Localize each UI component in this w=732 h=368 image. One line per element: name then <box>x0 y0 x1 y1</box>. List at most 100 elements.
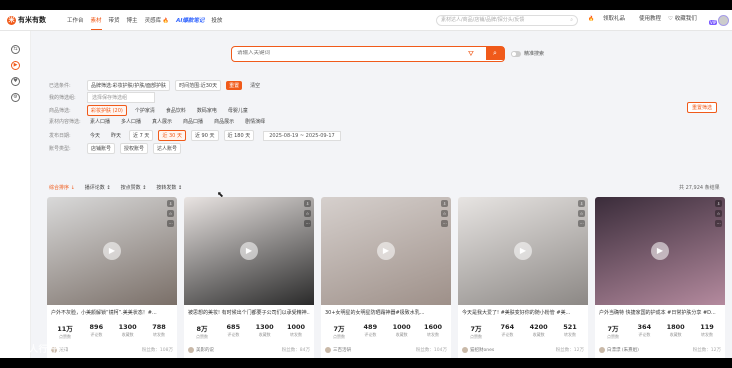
chip-beauty[interactable]: 彩妆护肤 (20) <box>87 105 127 116</box>
nav-ecommerce[interactable]: 带货 <box>109 16 120 24</box>
video-icon[interactable]: ▶ <box>11 61 20 70</box>
search-button[interactable]: ⌕ <box>486 47 504 60</box>
download-icon[interactable]: ⇩ <box>578 200 585 207</box>
card-title[interactable]: 户外当确特 快捷家国的护成本 #日常护肤分享 #D... <box>599 309 721 316</box>
stat-label: 点赞数 <box>607 334 619 339</box>
fav-icon[interactable]: ☆ <box>304 210 311 217</box>
more-icon[interactable]: ⋯ <box>304 220 311 227</box>
more-icon[interactable]: ⋯ <box>441 220 448 227</box>
download-icon[interactable]: ⇩ <box>715 200 722 207</box>
sort-default[interactable]: 综合排序 ↓ <box>49 184 75 191</box>
exact-search-toggle[interactable]: 精准搜索 <box>511 50 544 57</box>
play-icon[interactable]: ▶ <box>514 242 532 260</box>
card-author[interactable]: 白漂漂 (朱熹姐) 粉丝数：12万 <box>599 347 721 353</box>
top-search-input[interactable]: 素材达人/商品/店铺/品牌/探分头/反馈 ⌕ <box>436 15 578 26</box>
video-card[interactable]: ▶ ⇩ ☆ ⋯ 户外当确特 快捷家国的护成本 #日常护肤分享 #D... 7万 点赞数… <box>595 197 725 358</box>
fav-link[interactable]: ♡ 收藏我们 <box>668 14 704 22</box>
share-icon[interactable]: ⇆ <box>11 45 20 54</box>
stat-value: 1000 <box>286 323 306 331</box>
chip-store-account[interactable]: 店铺账号 <box>87 143 116 154</box>
avatar[interactable] <box>718 15 729 26</box>
download-icon[interactable]: ⇩ <box>441 200 448 207</box>
chip-authorized-account[interactable]: 授权账号 <box>120 143 149 154</box>
nav-inspiration[interactable]: 灵感库 🔥 <box>145 16 170 24</box>
sort-shares[interactable]: 按转发数 ↕ <box>156 184 182 191</box>
download-icon[interactable]: ⇩ <box>167 200 174 207</box>
chip-90days[interactable]: 近 90 天 <box>190 130 219 141</box>
video-card[interactable]: ▶ ⇩ ☆ ⋯ 户外不灰脸，小美颜解锁“镜柯”.美美状态！#... 11万 点赞数 8… <box>47 197 177 358</box>
download-icon[interactable]: ⇩ <box>304 200 311 207</box>
video-card[interactable]: ▶ ⇩ ☆ ⋯ 被思想的美妆! 有时候出个门都要子公司们以承受精神... 8万 点赞数… <box>184 197 314 358</box>
search-icon[interactable]: ⌕ <box>570 16 573 25</box>
nav-workbench[interactable]: 工作台 <box>67 16 84 24</box>
stat-label: 评论数 <box>638 332 651 337</box>
card-title[interactable]: 30+女明星的女明星防晒霜神器#极致水乳... <box>325 309 447 316</box>
card-author[interactable]: 某知 粉丝数：108万 <box>51 347 173 353</box>
chip-digital[interactable]: 数码家电 <box>194 106 220 115</box>
stat-label: 收藏数 <box>395 332 408 337</box>
chip-baby[interactable]: 母婴儿童 <box>225 106 251 115</box>
keyword-input[interactable] <box>237 50 457 56</box>
help-link[interactable]: 使用教程 <box>639 14 661 22</box>
card-actions: ⇩ ☆ ⋯ <box>578 200 586 230</box>
gift-link[interactable]: 🔥 领取礼品 <box>588 14 632 22</box>
fav-icon[interactable]: ☆ <box>441 210 448 217</box>
settings-icon[interactable]: ⚙ <box>11 93 20 102</box>
chip-content-2[interactable]: 多人口播 <box>118 117 144 126</box>
card-stats: 7万 点赞数 489 评论数 1000 收藏数 1600 转发数 <box>325 323 447 340</box>
sort-comments[interactable]: 播评论数 ↕ <box>85 184 111 191</box>
logo[interactable]: 米 有米有数 <box>7 15 61 25</box>
video-card[interactable]: ▶ ⇩ ☆ ⋯ 30+女明星的女明星防晒霜神器#极致水乳... 7万 点赞数 489 评… <box>321 197 451 358</box>
play-icon[interactable]: ▶ <box>240 242 258 260</box>
filter-icon[interactable]: ⛛ <box>468 50 474 59</box>
nav-ads[interactable]: 投放 <box>211 16 222 24</box>
card-author[interactable]: 猫招财ones 粉丝数：12万 <box>462 347 584 353</box>
nav-blogger[interactable]: 博主 <box>127 16 138 24</box>
chip-creator-account[interactable]: 达人账号 <box>153 143 182 154</box>
fav-icon[interactable]: ☆ <box>578 210 585 217</box>
reset-selected-button[interactable]: 重置 <box>226 81 243 90</box>
keyword-search: ⛛ ⌕ <box>231 46 505 62</box>
screen-frame: 米 有米有数 工作台 素材 带货 博主 灵感库 🔥 AI爆款笔记 投放 素材达人… <box>0 0 732 368</box>
more-icon[interactable]: ⋯ <box>715 220 722 227</box>
card-title[interactable]: 被思想的美妆! 有时候出个门都要子公司们以承受精神... <box>188 309 310 316</box>
chip-30days[interactable]: 近 30 天 <box>158 130 186 141</box>
filter-row-product: 商品筛选: 彩妆护肤 (20) 个护家清 食品饮料 数码家电 母婴儿童 <box>49 105 256 116</box>
video-card[interactable]: ▶ ⇩ ☆ ⋯ 今天是我大爱了! #美肤变好你的随小粉管 #美... 7万 点赞数 7… <box>458 197 588 358</box>
card-title[interactable]: 户外不灰脸，小美颜解锁“镜柯”.美美状态！#... <box>51 309 173 316</box>
date-range-picker[interactable]: 2025-08-19 ~ 2025-09-17 <box>263 130 341 141</box>
chip-180days[interactable]: 近 180 天 <box>223 130 255 141</box>
play-icon[interactable]: ▶ <box>651 242 669 260</box>
chip-food[interactable]: 食品饮料 <box>163 106 189 115</box>
chip-content-4[interactable]: 商品口播 <box>180 117 206 126</box>
heart-icon[interactable]: ♥ <box>11 77 20 86</box>
fav-icon[interactable]: ☆ <box>715 210 722 217</box>
toggle-switch[interactable] <box>511 50 521 57</box>
chip-content-5[interactable]: 商品展示 <box>211 117 237 126</box>
nav-ai-notes[interactable]: AI爆款笔记 <box>176 16 204 24</box>
chip-personal-care[interactable]: 个护家清 <box>132 106 158 115</box>
play-icon[interactable]: ▶ <box>103 242 121 260</box>
chip-today[interactable]: 今天 <box>87 131 103 140</box>
chip-7days[interactable]: 近 7 天 <box>129 130 154 141</box>
play-icon[interactable]: ▶ <box>377 242 395 260</box>
stat-value: 489 <box>363 323 378 331</box>
chip-content-1[interactable]: 素人口播 <box>87 117 113 126</box>
nav-material[interactable]: 素材 <box>90 16 102 30</box>
chip-content-6[interactable]: 剧情演绎 <box>242 117 268 126</box>
more-icon[interactable]: ⋯ <box>167 220 174 227</box>
card-title[interactable]: 今天是我大爱了! #美肤变好你的随小粉管 #美... <box>462 309 584 316</box>
stat-label: 评论数 <box>364 332 377 337</box>
fav-icon[interactable]: ☆ <box>167 210 174 217</box>
selected-chip-time[interactable]: 时间范围:近30天 <box>175 80 222 91</box>
chip-content-3[interactable]: 真人展示 <box>149 117 175 126</box>
selected-chip-brand[interactable]: 品牌筛选:彩妆护肤/护肤/面部护肤 <box>87 80 171 91</box>
card-author[interactable]: 美影的说 粉丝数：84万 <box>188 347 310 353</box>
card-author[interactable]: 三百活研 粉丝数：104万 <box>325 347 447 353</box>
chip-yesterday[interactable]: 昨天 <box>108 131 124 140</box>
sort-likes[interactable]: 按点赞数 ↕ <box>121 184 147 191</box>
more-icon[interactable]: ⋯ <box>578 220 585 227</box>
clear-button[interactable]: 清空 <box>247 81 263 90</box>
reset-filters-button[interactable]: 重置筛选 <box>687 102 718 113</box>
saved-filter-dropdown[interactable]: 选择保存筛选组 <box>87 92 155 103</box>
